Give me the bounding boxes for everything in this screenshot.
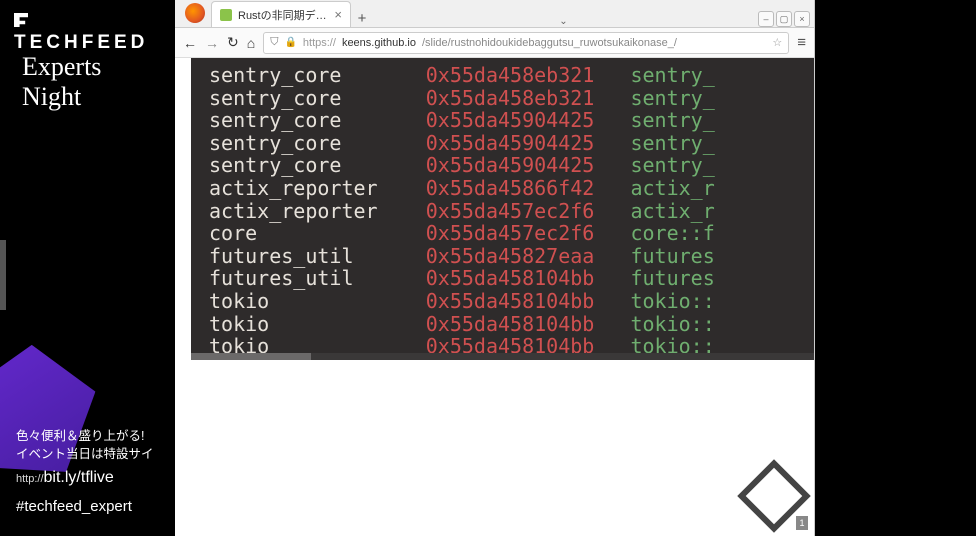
background-right <box>815 0 976 536</box>
module-name: futures_util <box>209 244 426 268</box>
bookmark-star-button[interactable]: ☆ <box>772 36 782 49</box>
nav-forward-button[interactable]: → <box>205 35 219 51</box>
promo-url-scheme: http:// <box>16 473 44 485</box>
address-value: 0x55da45904425 <box>426 108 619 132</box>
scrollbar-thumb[interactable] <box>191 353 311 360</box>
terminal-h-scrollbar[interactable] <box>191 353 814 360</box>
tab-close-button[interactable]: × <box>334 7 342 22</box>
function-name: futures <box>630 266 714 290</box>
terminal-block: sentry_core 0x55da458eb321 sentry_sentry… <box>191 58 814 360</box>
slide-page-number: 1 <box>796 516 808 530</box>
address-value: 0x55da458104bb <box>426 289 619 313</box>
page-content: sentry_core 0x55da458eb321 sentry_sentry… <box>175 58 814 536</box>
terminal-row: futures_util 0x55da45827eaa futures <box>209 245 814 268</box>
module-name: sentry_core <box>209 108 426 132</box>
address-value: 0x55da45904425 <box>426 131 619 155</box>
address-value: 0x55da458104bb <box>426 312 619 336</box>
logo-f-icon <box>14 13 28 27</box>
window-close-button[interactable]: × <box>794 11 810 27</box>
promo-url-main: bit.ly/tflive <box>44 469 114 486</box>
tab-title: Rustの非同期デバッ <box>238 7 328 23</box>
function-name: actix_r <box>630 199 714 223</box>
module-name: futures_util <box>209 266 426 290</box>
window-minimize-button[interactable]: – <box>758 11 774 27</box>
tab-favicon-icon <box>220 9 232 21</box>
tabs-dropdown-button[interactable]: ⌄ <box>555 8 573 27</box>
address-value: 0x55da45827eaa <box>426 244 619 268</box>
terminal-row: actix_reporter 0x55da45866f42 actix_r <box>209 177 814 200</box>
function-name: futures <box>630 244 714 268</box>
terminal-row: sentry_core 0x55da45904425 sentry_ <box>209 132 814 155</box>
terminal-row: futures_util 0x55da458104bb futures <box>209 267 814 290</box>
module-name: sentry_core <box>209 63 426 87</box>
firefox-icon <box>185 3 205 23</box>
terminal-row: actix_reporter 0x55da457ec2f6 actix_r <box>209 200 814 223</box>
overlay-logo-main: TECHFEED <box>14 10 163 54</box>
function-name: tokio:: <box>630 312 714 336</box>
promo-url: http://bit.ly/tflive <box>16 464 167 493</box>
lock-icon[interactable]: 🔒 <box>284 37 296 48</box>
address-value: 0x55da458eb321 <box>426 63 619 87</box>
overlay-logo-text: TECHFEED <box>14 32 148 53</box>
promo-hashtag: #techfeed_expert <box>16 493 167 520</box>
url-path: /slide/rustnohidoukidebaggutsu_ruwotsuka… <box>422 37 677 49</box>
address-value: 0x55da457ec2f6 <box>426 221 619 245</box>
window-maximize-button[interactable]: ▢ <box>776 11 792 27</box>
terminal-row: sentry_core 0x55da45904425 sentry_ <box>209 154 814 177</box>
url-scheme: https:// <box>303 37 336 49</box>
browser-tabbar: Rustの非同期デバッ × + ⌄ – ▢ × <box>175 0 814 28</box>
address-value: 0x55da458104bb <box>426 266 619 290</box>
terminal-row: sentry_core 0x55da458eb321 sentry_ <box>209 64 814 87</box>
function-name: tokio:: <box>630 289 714 313</box>
terminal-row: tokio 0x55da458104bb tokio:: <box>209 290 814 313</box>
function-name: sentry_ <box>630 131 714 155</box>
module-name: actix_reporter <box>209 176 426 200</box>
url-host: keens.github.io <box>342 37 416 49</box>
address-value: 0x55da45904425 <box>426 153 619 177</box>
function-name: actix_r <box>630 176 714 200</box>
overlay-logo-sub: Experts Night <box>14 52 163 112</box>
window-controls: – ▢ × <box>758 7 814 27</box>
terminal-row: core 0x55da457ec2f6 core::f <box>209 222 814 245</box>
module-name: tokio <box>209 312 426 336</box>
nav-home-button[interactable]: ⌂ <box>247 35 255 51</box>
nav-reload-button[interactable]: ↻ <box>227 34 239 51</box>
browser-window: Rustの非同期デバッ × + ⌄ – ▢ × ← → ↻ ⌂ ⛉ 🔒 http… <box>175 0 815 536</box>
terminal-row: sentry_core 0x55da45904425 sentry_ <box>209 109 814 132</box>
address-value: 0x55da457ec2f6 <box>426 199 619 223</box>
promo-line-2: イベント当日は特設サイ <box>16 445 167 464</box>
function-name: core::f <box>630 221 714 245</box>
function-name: sentry_ <box>630 153 714 177</box>
url-bar[interactable]: ⛉ 🔒 https:// keens.github.io/slide/rustno… <box>263 32 789 54</box>
module-name: core <box>209 221 426 245</box>
promo-line-1: 色々便利＆盛り上がる! <box>16 427 167 446</box>
overlay-side-tab <box>0 240 6 310</box>
stream-overlay-panel: TECHFEED Experts Night 色々便利＆盛り上がる! イベント当… <box>0 0 175 536</box>
module-name: sentry_core <box>209 153 426 177</box>
browser-tab[interactable]: Rustの非同期デバッ × <box>211 1 351 27</box>
address-value: 0x55da45866f42 <box>426 176 619 200</box>
function-name: sentry_ <box>630 108 714 132</box>
address-value: 0x55da458eb321 <box>426 86 619 110</box>
function-name: sentry_ <box>630 63 714 87</box>
module-name: tokio <box>209 289 426 313</box>
terminal-row: sentry_core 0x55da458eb321 sentry_ <box>209 87 814 110</box>
function-name: sentry_ <box>630 86 714 110</box>
nav-back-button[interactable]: ← <box>183 35 197 51</box>
module-name: sentry_core <box>209 86 426 110</box>
module-name: actix_reporter <box>209 199 426 223</box>
overlay-logo: TECHFEED Experts Night <box>0 0 175 116</box>
overlay-promo-block: 色々便利＆盛り上がる! イベント当日は特設サイ http://bit.ly/tf… <box>0 421 175 536</box>
shield-icon[interactable]: ⛉ <box>270 36 278 49</box>
browser-toolbar: ← → ↻ ⌂ ⛉ 🔒 https:// keens.github.io/slid… <box>175 28 814 58</box>
hamburger-menu-button[interactable]: ≡ <box>797 34 806 51</box>
terminal-row: tokio 0x55da458104bb tokio:: <box>209 313 814 336</box>
module-name: sentry_core <box>209 131 426 155</box>
new-tab-button[interactable]: + <box>351 6 373 27</box>
